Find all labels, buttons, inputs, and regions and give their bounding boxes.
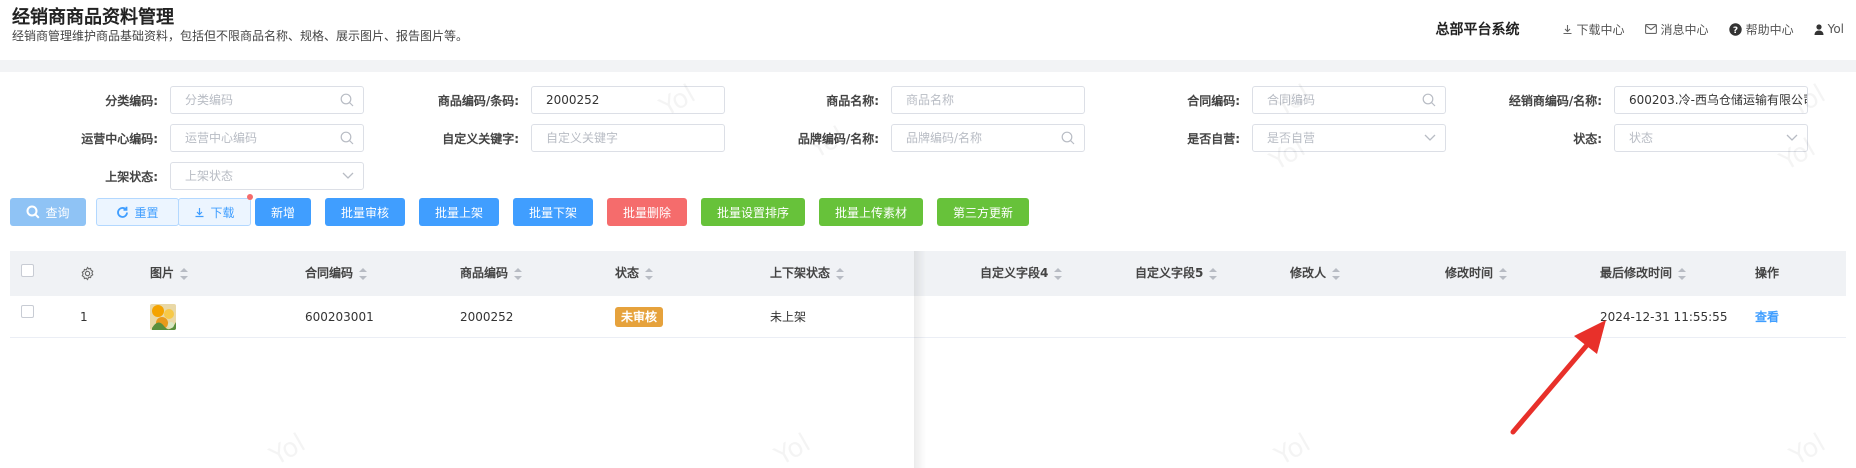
annotation-arrow (1510, 320, 1606, 435)
page: 经销商商品资料管理 经销商管理维护商品基础资料，包括但不限商品名称、规格、展示图… (0, 0, 1856, 468)
